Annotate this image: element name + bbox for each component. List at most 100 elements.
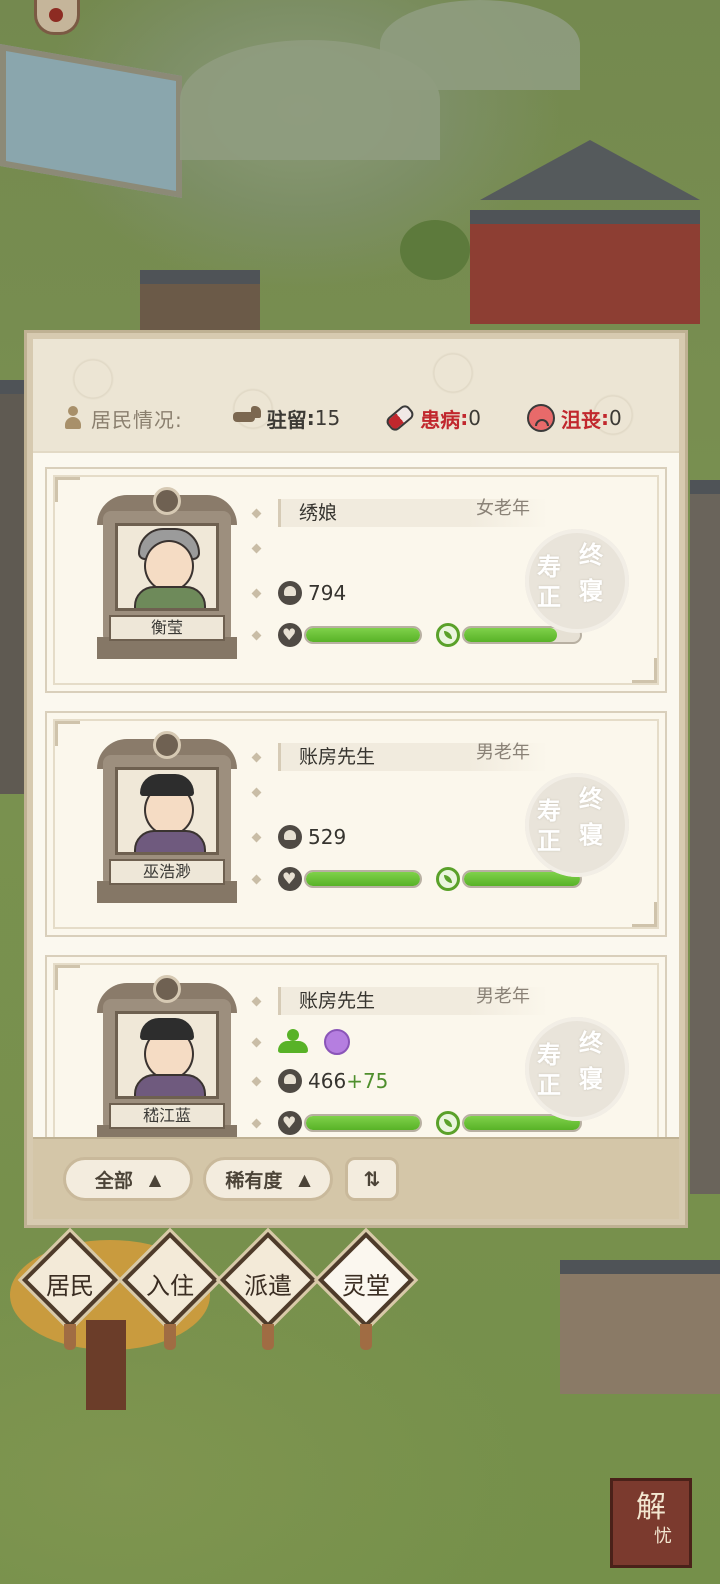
tab-label: 居民 [46,1272,94,1300]
avatar-body [134,830,206,852]
heart-icon [278,867,302,891]
power-row: 794 [251,581,347,605]
resident-name: 衡莹 [109,615,225,641]
leaf-icon [436,867,460,891]
resident-card[interactable]: 衡莹 绣娘 女老年 794 ♥ 寿 终 正 寝 [45,467,667,693]
role-label-box: 账房先生 男老年 [278,742,548,771]
seal-char: 寝 [579,1064,603,1093]
sad-face-icon [526,404,555,432]
resident-list[interactable]: 衡莹 绣娘 女老年 794 ♥ 寿 终 正 寝 巫浩渺 账房先生 男老年 529… [33,453,679,1139]
tab-dispatch[interactable]: 派遣 [219,1231,317,1350]
tassel-icon [64,1324,76,1350]
stat-sick-value: 0 [468,406,481,430]
buff-row [251,1029,350,1055]
seal-char: 正 [537,826,561,855]
seal-char: 终 [579,1028,603,1057]
stat-sick-sep: : [460,406,469,430]
power-value: 529 [308,825,347,849]
sort-order-button[interactable]: ⇅ [345,1157,399,1201]
bullet-icon [251,874,262,884]
health-bar [304,870,422,888]
buff-row [251,543,278,554]
seal-char: 正 [537,1070,561,1099]
bullet-icon [251,752,262,762]
tab-label: 灵堂 [342,1272,390,1300]
health-bar-fill [306,872,420,886]
stat-depressed: 沮丧:0 [526,404,622,433]
resident-card[interactable]: 嵇江蓝 账房先生 男老年 466 +75 ♥ 寿 终 正 寝 [45,955,667,1139]
map-pavilion-roof [480,140,700,200]
map-tree [400,220,470,280]
tassel-icon [360,1324,372,1350]
map-round-button[interactable] [34,0,80,35]
health-bar [304,626,422,644]
strength-icon [278,581,302,605]
map-pavilion[interactable] [470,210,700,324]
resident-role: 绣娘 [299,502,338,524]
corner-ornament [55,721,80,746]
tab-move-in[interactable]: 入住 [121,1231,219,1350]
seal-char: 寿 [537,552,561,581]
resident-role: 账房先生 [299,746,376,768]
corner-ornament [55,965,80,990]
resident-avatar [115,523,219,611]
person-icon [65,406,81,430]
resident-name: 嵇江蓝 [109,1103,225,1129]
bullet-icon [251,787,262,798]
bars-row [251,1111,582,1135]
green-buff-icon[interactable] [278,1029,308,1055]
resident-age: 男老年 [476,742,530,763]
chevron-up-icon: ▲ [298,1169,311,1189]
map-pond [0,43,182,199]
corner-ornament [632,658,657,683]
tab-residents[interactable]: 居民 [21,1231,119,1350]
map-house-left [0,380,24,794]
role-row: 账房先生 男老年 [251,986,548,1015]
resident-age: 女老年 [476,498,530,519]
seal-char: 终 [579,540,603,569]
vitality-bar-fill [464,628,557,642]
purple-buff-icon[interactable] [324,1029,350,1055]
leaf-icon [436,1111,460,1135]
bullet-icon [251,630,262,640]
resident-name: 巫浩渺 [109,859,225,885]
filter-all-label: 全部 [94,1169,133,1192]
power-row: 466 +75 [251,1069,388,1093]
stat-stay-sep: : [306,406,315,430]
resident-stats-bar: 居民情况: 驻留:15 患病:0 沮丧:0 [65,402,659,434]
panel-header: 居民情况: 驻留:15 患病:0 沮丧:0 [33,339,679,453]
frame-knot-icon [153,487,181,515]
bars-row [251,867,582,891]
pill-icon [384,402,417,434]
stat-stay-value: 15 [314,406,341,430]
resident-panel-inner: 居民情况: 驻留:15 患病:0 沮丧:0 衡莹 绣娘 女老年 794 ♥ 寿 … [33,339,679,1219]
resident-power: 466 +75 [278,1069,388,1093]
filter-rarity-button[interactable]: 稀有度 ▲ [203,1157,333,1201]
bullet-icon [251,996,262,1006]
seal-char: 寝 [579,820,603,849]
tassel-icon [262,1324,274,1350]
filter-all-button[interactable]: 全部 ▲ [63,1157,193,1201]
seal-char: 寿 [537,1040,561,1069]
power-value: 466 [308,1069,347,1093]
seal-char: 寿 [537,796,561,825]
power-value: 794 [308,581,347,605]
bullet-icon [251,1118,262,1128]
portrait-frame[interactable]: 衡莹 [97,487,237,659]
bullet-icon [251,543,262,554]
portrait-frame[interactable]: 巫浩渺 [97,731,237,903]
avatar-hat [140,774,194,796]
bullet-icon [251,832,262,842]
resident-card[interactable]: 巫浩渺 账房先生 男老年 529 ♥ 寿 终 正 寝 [45,711,667,937]
resident-avatar [115,767,219,855]
frame-knot-icon [153,975,181,1003]
resident-panel: 居民情况: 驻留:15 患病:0 沮丧:0 衡莹 绣娘 女老年 794 ♥ 寿 … [24,330,688,1228]
tab-memorial-hall[interactable]: 灵堂 [317,1231,415,1350]
role-row: 账房先生 男老年 [251,742,548,771]
role-label-box: 账房先生 男老年 [278,986,548,1015]
resident-power: 529 [278,825,346,849]
portrait-frame[interactable]: 嵇江蓝 [97,975,237,1139]
map-seal-stamp[interactable]: 解 忧 [610,1478,692,1568]
bars-row [251,623,582,647]
filter-rarity-label: 稀有度 [225,1169,283,1192]
